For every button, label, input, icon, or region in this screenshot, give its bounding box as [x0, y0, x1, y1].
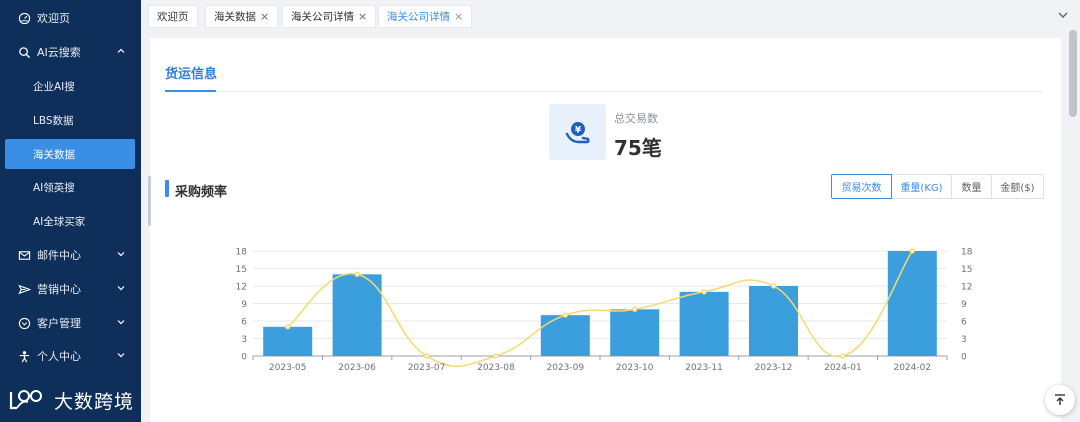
- y-tick-label-right: 18: [961, 248, 973, 258]
- y-tick-label-right: 12: [961, 283, 972, 293]
- y-tick-label-right: 9: [961, 300, 967, 310]
- x-tick-label: 2024-01: [824, 363, 862, 373]
- x-tick-label: 2023-10: [616, 363, 654, 373]
- x-tick-label: 2023-08: [477, 363, 515, 373]
- x-tick-label: 2023-06: [338, 363, 376, 373]
- x-tick-label: 2023-09: [546, 363, 584, 373]
- back-to-top-button[interactable]: [1045, 385, 1075, 415]
- line-point: [562, 312, 568, 318]
- bar: [263, 326, 313, 356]
- y-tick-label-left: 6: [241, 318, 247, 328]
- y-tick-label-left: 0: [241, 353, 247, 363]
- line-point: [840, 353, 846, 359]
- bar: [749, 286, 798, 356]
- line-point: [770, 283, 777, 289]
- line-point: [285, 324, 291, 330]
- y-tick-label-right: 6: [961, 318, 967, 328]
- bar: [610, 309, 660, 356]
- x-tick-label: 2023-07: [408, 363, 446, 373]
- purchase-frequency-chart: 0 0 3 3 6 6 9 9 12 12 15 15 18 18 2023-05 2023-06 2023-0…: [236, 248, 973, 374]
- line-point: [701, 289, 707, 295]
- bar: [540, 315, 590, 356]
- arrow-up-icon: [1055, 394, 1065, 405]
- y-tick-label-right: 3: [961, 335, 967, 345]
- y-tick-label-left: 12: [236, 283, 247, 293]
- y-tick-label-left: 15: [236, 265, 247, 275]
- y-tick-label-right: 15: [961, 265, 972, 275]
- y-tick-label-left: 3: [241, 335, 247, 345]
- x-tick-label: 2023-12: [755, 363, 793, 373]
- line-point: [909, 248, 915, 254]
- x-tick-label: 2023-11: [685, 363, 723, 373]
- line-point: [493, 353, 499, 359]
- bar: [887, 251, 937, 356]
- bar: [679, 291, 729, 356]
- x-tick-label: 2024-02: [893, 363, 931, 373]
- line-point: [423, 353, 430, 359]
- bar: [332, 274, 382, 356]
- x-tick-label: 2023-05: [269, 363, 307, 373]
- y-tick-label-left: 18: [236, 248, 248, 258]
- line-point: [354, 271, 360, 277]
- trade-count-button[interactable]: 贸易次数: [831, 174, 892, 199]
- y-tick-label-right: 0: [961, 353, 967, 363]
- line-point: [632, 306, 638, 312]
- y-tick-label-left: 9: [241, 300, 247, 310]
- scrollbar-thumb[interactable]: [1069, 30, 1077, 117]
